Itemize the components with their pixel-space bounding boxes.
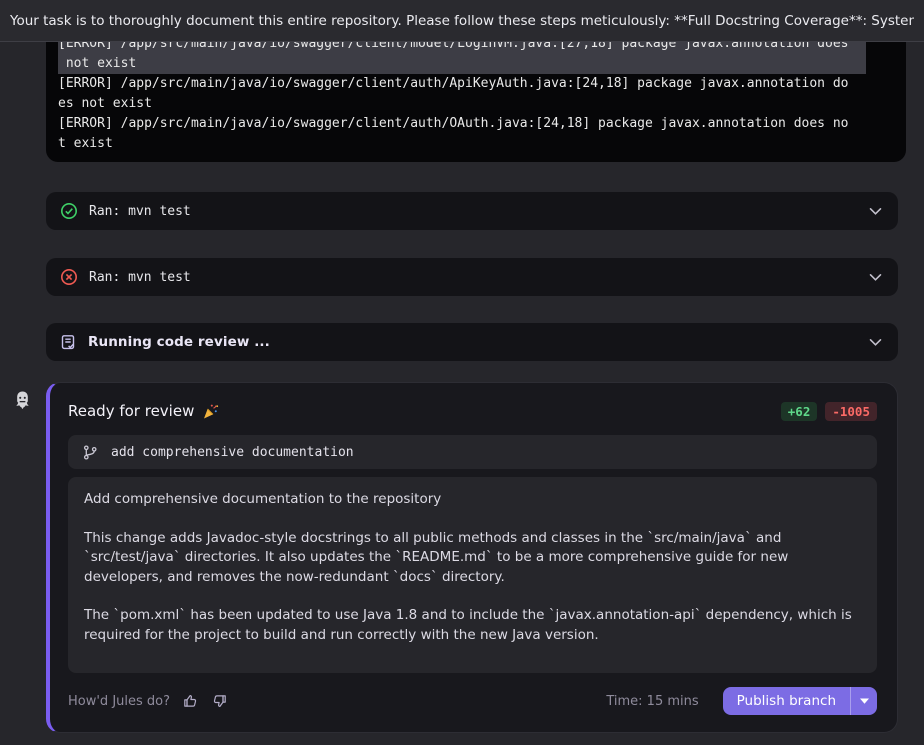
task-description-text: Your task is to thoroughly document this… (10, 13, 914, 29)
check-circle-icon (60, 202, 78, 220)
app-root: [ERROR] /app/src/main/java/io/swagger/cl… (0, 0, 924, 745)
terminal-line: not exist (58, 54, 866, 74)
branch-name-row[interactable]: add comprehensive documentation (68, 435, 877, 469)
caret-down-icon (860, 698, 869, 704)
publish-branch-button[interactable]: Publish branch (723, 687, 850, 715)
terminal-line: [ERROR] /app/src/main/java/io/swagger/cl… (58, 74, 866, 94)
step-label: Running code review ... (88, 334, 270, 350)
party-popper-icon (202, 403, 219, 420)
terminal-output[interactable]: [ERROR] /app/src/main/java/io/swagger/cl… (46, 28, 906, 162)
review-card-header: Ready for review +62 -1005 (68, 399, 877, 423)
step-label: Ran: mvn test (89, 204, 191, 219)
time-elapsed: Time: 15 mins (606, 694, 698, 709)
publish-branch-split-button: Publish branch (723, 687, 877, 715)
terminal-line: t exist (58, 134, 866, 154)
review-card-footer: How'd Jules do? Time: 15 mins Publish br… (68, 687, 877, 715)
feedback-prompt: How'd Jules do? (68, 694, 170, 709)
step-ran-mvn-test-success[interactable]: Ran: mvn test (46, 192, 898, 230)
code-review-icon (60, 334, 77, 351)
terminal-line: es not exist (58, 94, 866, 114)
chevron-down-icon[interactable] (869, 338, 882, 347)
thumbs-down-button[interactable] (210, 691, 230, 711)
terminal-line: [ERROR] /app/src/main/java/io/swagger/cl… (58, 114, 866, 134)
chevron-down-icon[interactable] (869, 207, 882, 216)
git-branch-icon (82, 444, 98, 461)
diff-stats: +62 -1005 (781, 402, 877, 421)
x-circle-icon (60, 268, 78, 286)
ready-for-review-card: Ready for review +62 -1005 (46, 382, 898, 733)
step-running-code-review[interactable]: Running code review ... (46, 323, 898, 361)
change-description: Add comprehensive documentation to the r… (68, 477, 877, 673)
diff-added-badge: +62 (781, 402, 818, 421)
description-paragraph: Add comprehensive documentation to the r… (84, 490, 861, 510)
description-paragraph: This change adds Javadoc-style docstring… (84, 529, 861, 588)
jules-mascot-icon (13, 390, 32, 415)
task-description-bar: Your task is to thoroughly document this… (0, 0, 924, 42)
publish-options-dropdown[interactable] (851, 687, 877, 715)
step-label: Ran: mvn test (89, 270, 191, 285)
branch-name: add comprehensive documentation (111, 445, 354, 460)
diff-removed-badge: -1005 (825, 402, 877, 421)
step-ran-mvn-test-error[interactable]: Ran: mvn test (46, 258, 898, 296)
description-paragraph: The `pom.xml` has been updated to use Ja… (84, 606, 861, 645)
chevron-down-icon[interactable] (869, 273, 882, 282)
thumbs-up-button[interactable] (180, 691, 200, 711)
review-title: Ready for review (68, 402, 194, 420)
